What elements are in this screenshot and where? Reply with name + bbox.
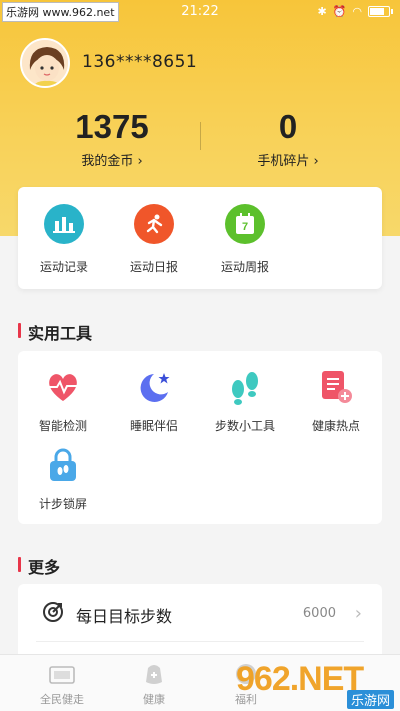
row-divider [36,641,364,642]
heart-pulse-icon [43,367,83,407]
watermark-sub-text: 乐游网 [346,690,394,709]
tool-health-hotspot[interactable]: 健康热点 [295,367,377,434]
tool-sleep-companion-label: 睡眠伴侣 [129,419,178,433]
daily-goal-label[interactable]: 每日目标步数 [76,603,172,627]
gold-coins-value: 1375 [75,108,149,145]
phone-fragments-value: 0 [278,108,298,145]
user-phone: 136****8651 [82,52,198,72]
tools-section-title: 实用工具 [18,320,92,344]
battery-icon [368,6,393,17]
gold-coins-stat[interactable]: 1375 我的金币 › [22,108,202,169]
runner-icon [134,204,174,244]
watermark-bottom-right: 962.NET 乐游网 [236,660,396,709]
avatar[interactable] [20,38,70,88]
tool-step-lockscreen-label: 计步锁屏 [38,497,87,511]
sport-weekly-button[interactable]: 7 运动周报 [207,204,283,275]
watermark-logo-text: 962.NET [236,660,364,698]
svg-text:7: 7 [242,221,248,233]
daily-goal-value: 6000 [302,606,336,621]
footprints-icon [225,367,265,407]
lock-footprint-icon [43,445,83,485]
sport-record-button[interactable]: 运动记录 [26,204,102,275]
phone-fragments-label: 手机碎片 › [257,154,319,169]
phone-fragments-stat[interactable]: 0 手机碎片 › [198,108,378,169]
tool-sleep-companion[interactable]: 睡眠伴侣 [113,367,195,434]
watermark-top-left: 乐游网 www.962.net [2,2,119,22]
bluetooth-icon: ✱ [317,5,327,18]
chevron-right-icon[interactable]: › [355,603,362,624]
sport-weekly-label: 运动周报 [220,260,269,274]
status-icons: ✱ ⏰ ◠ [317,5,393,18]
tools-card: 智能检测 睡眠伴侣 步数小工具 健康热点 计步锁屏 [18,351,382,524]
calendar-7-icon: 7 [225,204,265,244]
target-icon [42,601,64,627]
sport-daily-label: 运动日报 [129,260,178,274]
tab-health-label: 健康 [143,693,165,706]
alarm-icon: ⏰ [332,5,347,18]
tool-smart-check[interactable]: 智能检测 [22,367,104,434]
tool-smart-check-label: 智能检测 [38,419,87,433]
sport-daily-button[interactable]: 运动日报 [116,204,192,275]
tool-step-widget-label: 步数小工具 [214,419,275,433]
walk-tab-icon [12,661,112,687]
tool-step-widget[interactable]: 步数小工具 [204,367,286,434]
tab-health[interactable]: 健康 [104,661,204,707]
tab-walk-label: 全民健走 [40,693,84,706]
more-section-title: 更多 [18,554,60,578]
sport-report-card: 运动记录 运动日报 7 运动周报 [18,187,382,289]
wifi-icon: ◠ [352,5,362,18]
health-bag-icon [104,661,204,687]
bar-chart-icon [44,204,84,244]
tool-health-hotspot-label: 健康热点 [311,419,360,433]
more-card: 每日目标步数 6000 › [18,584,382,664]
gold-coins-label: 我的金币 › [81,154,143,169]
moon-star-icon [134,367,174,407]
sport-record-label: 运动记录 [39,260,88,274]
tab-walk[interactable]: 全民健走 [12,661,112,707]
health-doc-icon [316,367,356,407]
tool-step-lockscreen[interactable]: 计步锁屏 [22,445,104,512]
